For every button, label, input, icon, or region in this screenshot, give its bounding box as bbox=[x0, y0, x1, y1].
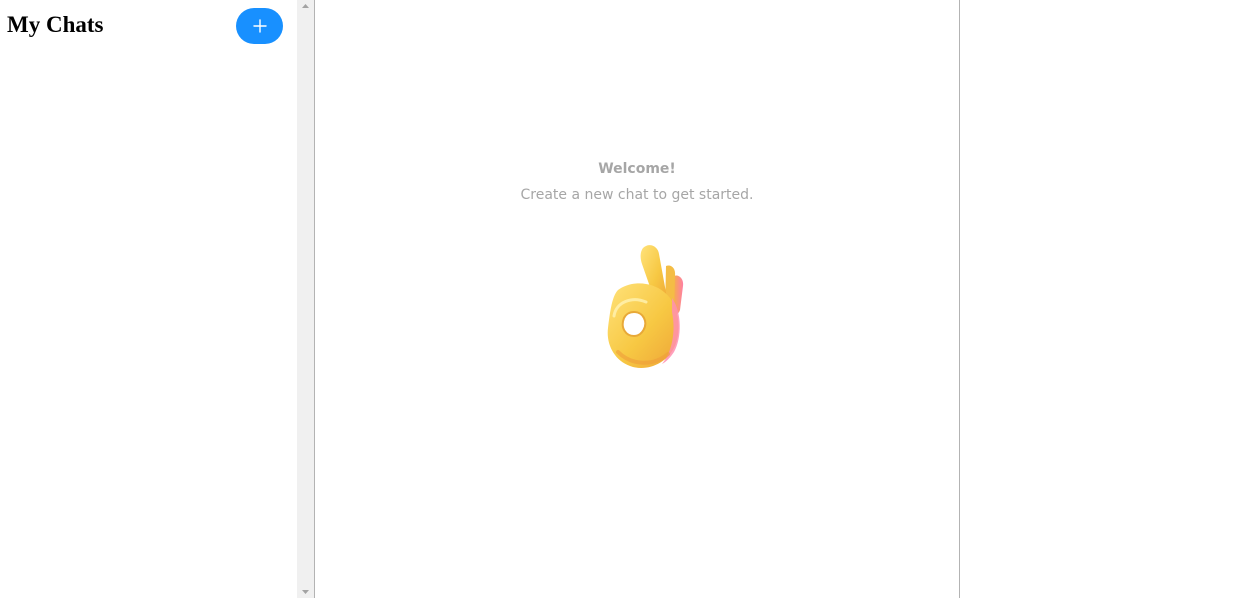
plus-icon bbox=[252, 19, 267, 33]
sidebar: My Chats bbox=[0, 0, 297, 598]
new-chat-button[interactable] bbox=[236, 8, 283, 44]
ok-hand-icon bbox=[607, 245, 684, 368]
welcome-subtitle: Create a new chat to get started. bbox=[520, 187, 754, 203]
sidebar-title: My Chats bbox=[7, 12, 104, 37]
chat-app: My Chats Welcome! Create a new chat to g… bbox=[0, 0, 1253, 598]
right-panel bbox=[960, 0, 1253, 598]
chat-panel: Welcome! Create a new chat to get starte… bbox=[314, 0, 960, 598]
scroll-up-arrow-icon[interactable] bbox=[297, 0, 314, 12]
sidebar-header: My Chats bbox=[0, 0, 297, 52]
sidebar-scrollbar[interactable] bbox=[297, 0, 314, 598]
scroll-down-arrow-icon[interactable] bbox=[297, 586, 314, 598]
welcome-title: Welcome! bbox=[598, 161, 676, 177]
welcome-message: Welcome! Create a new chat to get starte… bbox=[315, 157, 959, 207]
